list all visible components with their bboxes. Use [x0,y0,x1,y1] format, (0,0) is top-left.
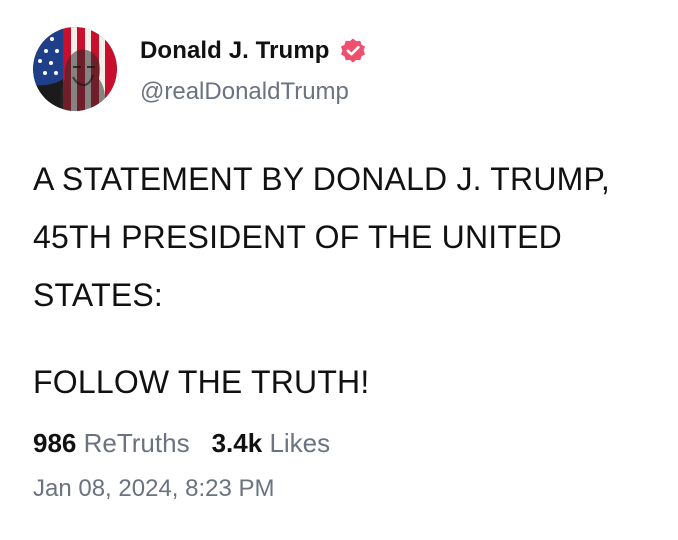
post-text-paragraph: A STATEMENT BY DONALD J. TRUMP, 45TH PRE… [33,150,678,324]
verified-badge-icon [340,38,365,63]
author-display-name[interactable]: Donald J. Trump [140,37,330,65]
post-timestamp[interactable]: Jan 08, 2024, 8:23 PM [33,475,275,503]
post-stats: 986 ReTruths 3.4k Likes [33,428,330,459]
likes-stat[interactable]: 3.4k Likes [212,428,331,458]
retruths-label: ReTruths [83,428,190,458]
author-handle[interactable]: @realDonaldTrump [140,78,349,106]
retruths-stat[interactable]: 986 ReTruths [33,428,190,458]
post-body: A STATEMENT BY DONALD J. TRUMP, 45TH PRE… [33,150,678,411]
likes-count: 3.4k [211,428,263,458]
post-text-line: FOLLOW THE TRUTH! [33,364,370,400]
post-text-line: STATES: [33,277,164,313]
author-name-row: Donald J. Trump [140,35,367,67]
post-text-line: A STATEMENT BY DONALD J. TRUMP, [33,161,610,197]
author-avatar[interactable] [33,27,117,111]
flag-portrait-avatar-icon [33,27,117,111]
likes-label: Likes [269,428,331,458]
post-text-line: 45TH PRESIDENT OF THE UNITED [33,219,562,255]
retruths-count: 986 [33,428,77,458]
post-text-paragraph: FOLLOW THE TRUTH! [33,353,678,411]
